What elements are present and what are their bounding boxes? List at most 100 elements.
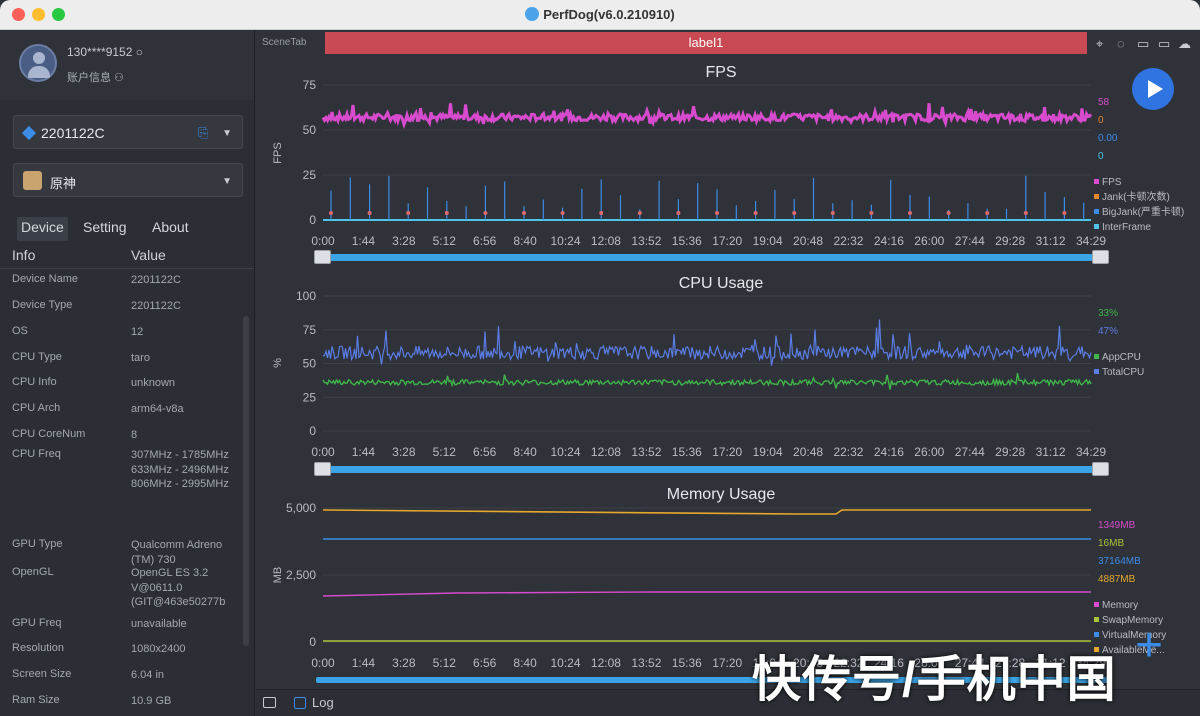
- info-key: CPU Info: [12, 376, 57, 388]
- jank-marker: [715, 211, 719, 215]
- log-checkbox[interactable]: [294, 697, 306, 709]
- tab-about[interactable]: About: [148, 217, 193, 241]
- fps-slider-start-handle[interactable]: [314, 250, 331, 264]
- scroll-thumb[interactable]: [243, 316, 249, 646]
- cpu-x-tick-label: 31:12: [1036, 445, 1066, 459]
- fps-legend-label: BigJank(严重卡顿): [1102, 205, 1184, 218]
- info-key: Screen Size: [12, 668, 72, 680]
- fps-x-tick-label: 8:40: [513, 234, 537, 248]
- cpu-y-tick-label: 50: [303, 357, 317, 371]
- cpu-x-tick-label: 29:28: [995, 445, 1025, 459]
- fps-legend-label: InterFrame: [1102, 222, 1151, 233]
- cpu-x-tick-label: 1:44: [352, 445, 376, 459]
- device-connect-icon[interactable]: ⎘: [198, 125, 208, 141]
- chevron-down-icon: ▼: [222, 128, 232, 139]
- mem-legend-label: Memory: [1102, 600, 1138, 611]
- tab-device[interactable]: Device: [17, 217, 68, 241]
- jank-marker: [367, 211, 372, 215]
- fps-legend-marker: [1094, 179, 1099, 184]
- jank-marker: [637, 211, 642, 215]
- jank-marker: [908, 211, 912, 215]
- fps-x-tick-label: 22:32: [833, 234, 863, 248]
- fps-slider-end-handle[interactable]: [1092, 250, 1109, 264]
- cpu-slider-start-handle[interactable]: [314, 462, 331, 476]
- cpu-x-tick-label: 3:28: [392, 445, 416, 459]
- fps-x-tick-label: 26:00: [914, 234, 944, 248]
- fps-x-tick-label: 24:16: [874, 234, 904, 248]
- fps-legend-marker: [1094, 194, 1099, 199]
- mem-x-tick-label: 6:56: [473, 656, 497, 670]
- device-dropdown[interactable]: 2201122C ⎘ ▼: [13, 115, 243, 149]
- info-key: Ram Size: [12, 694, 60, 706]
- mem-readout: 4887MB: [1098, 574, 1136, 585]
- fps-x-tick-label: 13:52: [631, 234, 661, 248]
- fps-readout: 0: [1098, 151, 1104, 162]
- cpu-x-tick-label: 19:04: [753, 445, 783, 459]
- info-value: 12: [131, 326, 144, 338]
- mem-x-tick-label: 15:36: [672, 656, 702, 670]
- add-icon[interactable]: +: [1135, 622, 1163, 670]
- fps-x-tick-label: 10:24: [551, 234, 581, 248]
- cpu-y-axis-label: %: [272, 358, 284, 368]
- cpu-x-tick-label: 13:52: [631, 445, 661, 459]
- cpu-x-tick-label: 24:16: [874, 445, 904, 459]
- info-value: 1080x2400: [131, 643, 186, 655]
- jank-marker: [483, 211, 488, 215]
- cpu-legend-marker: [1094, 369, 1099, 374]
- info-key: GPU Freq: [12, 617, 62, 629]
- jank-marker: [1062, 211, 1067, 215]
- info-key: Resolution: [12, 642, 64, 654]
- cpu-slider-end-handle[interactable]: [1092, 462, 1109, 476]
- available-memory-line: [322, 509, 1091, 515]
- info-value: 2201122C: [131, 274, 181, 286]
- title-bar: PerfDog(v6.0.210910): [0, 0, 1200, 30]
- info-key: OS: [12, 325, 28, 337]
- info-key: Device Name: [12, 273, 79, 285]
- fps-readout: 58: [1098, 97, 1110, 108]
- fps-x-tick-label: 12:08: [591, 234, 621, 248]
- window-title-text: PerfDog(v6.0.210910): [543, 7, 675, 22]
- mem-y-axis-label: MB: [272, 567, 284, 584]
- info-key: Device Type: [12, 299, 73, 311]
- fps-legend-marker: [1094, 224, 1099, 229]
- info-key: CPU Arch: [12, 402, 61, 414]
- cpu-time-slider[interactable]: [314, 462, 1109, 476]
- mem-y-tick-label: 5,000: [286, 501, 316, 515]
- avatar[interactable]: [19, 44, 57, 82]
- cpu-x-tick-label: 26:00: [914, 445, 944, 459]
- fps-x-tick-label: 19:04: [753, 234, 783, 248]
- screenshot-icon[interactable]: [263, 697, 276, 708]
- cpu-x-tick-label: 17:20: [712, 445, 742, 459]
- fps-time-slider[interactable]: [314, 250, 1109, 264]
- main-panel: SceneTab label1 ⌖ ◌ ▭ ▭ ☁ FPS CPU Usage …: [256, 30, 1200, 716]
- jank-marker: [522, 211, 526, 215]
- appcpu-series-line: [322, 372, 1092, 390]
- fps-legend-label: Jank(卡顿次数): [1102, 190, 1170, 203]
- device-dropdown-value: 2201122C: [41, 125, 105, 141]
- cpu-x-tick-label: 8:40: [513, 445, 537, 459]
- cpu-x-tick-label: 27:44: [955, 445, 985, 459]
- mem-x-tick-label: 8:40: [513, 656, 537, 670]
- app-dropdown[interactable]: 原神 ▼: [13, 163, 243, 197]
- account-info-link[interactable]: 账户信息 ⚇: [67, 69, 124, 85]
- fps-x-tick-label: 5:12: [433, 234, 457, 248]
- fps-legend-label: FPS: [1102, 177, 1122, 188]
- cpu-x-tick-label: 10:24: [551, 445, 581, 459]
- fps-x-tick-label: 1:44: [352, 234, 376, 248]
- fps-x-tick-label: 20:48: [793, 234, 823, 248]
- chevron-down-icon: ▼: [222, 176, 232, 187]
- cpu-x-tick-label: 0:00: [311, 445, 335, 459]
- info-key: OpenGL: [12, 566, 54, 578]
- mem-x-tick-label: 3:28: [392, 656, 416, 670]
- app-icon: [23, 171, 42, 190]
- tab-setting[interactable]: Setting: [79, 217, 131, 241]
- fps-y-tick-label: 0: [309, 213, 316, 227]
- info-scrollbar[interactable]: [243, 286, 249, 716]
- info-value: 10.9 GB: [131, 695, 172, 707]
- window-title: PerfDog(v6.0.210910): [0, 7, 1200, 22]
- jank-marker: [753, 211, 758, 215]
- perfdog-logo-icon: [525, 7, 540, 21]
- info-key: CPU Freq: [12, 448, 61, 460]
- totalcpu-series-line: [322, 319, 1092, 366]
- fps-y-tick-label: 75: [303, 78, 317, 92]
